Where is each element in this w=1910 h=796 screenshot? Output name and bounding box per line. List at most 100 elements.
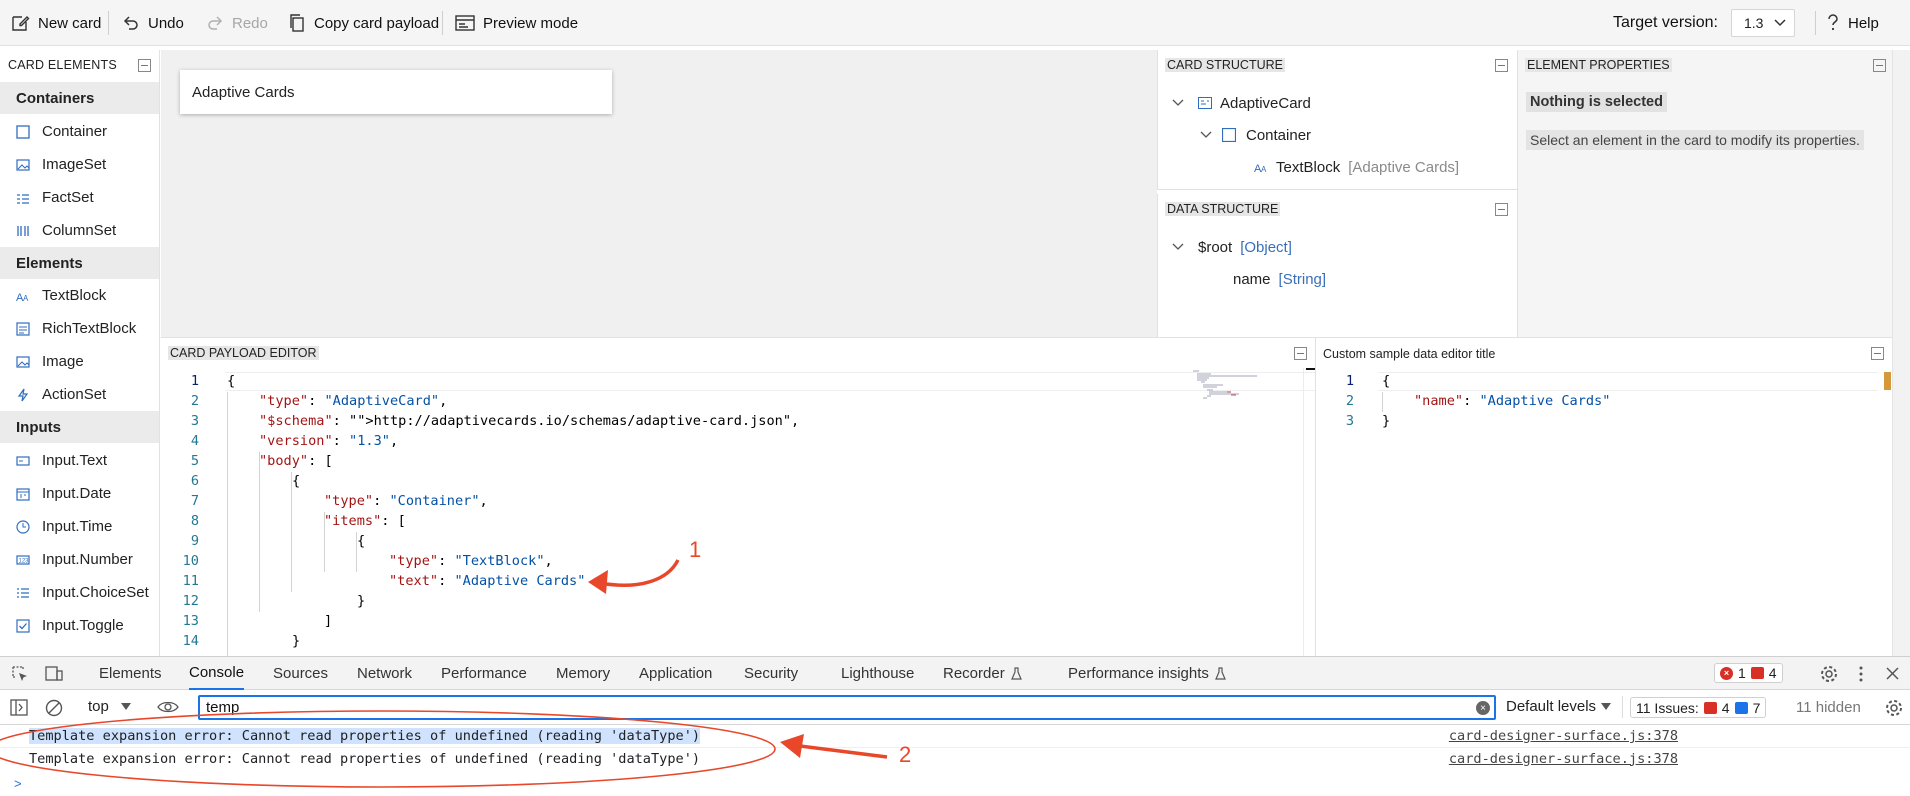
more-options-icon[interactable] xyxy=(1858,665,1864,683)
palette-item-input-date[interactable]: Input.Date xyxy=(0,477,159,510)
palette-item-input-number[interactable]: 123 Input.Number xyxy=(0,543,159,576)
sample-data-editor: Custom sample data editor title 1 2 3 { … xyxy=(1316,337,1892,656)
log-levels-dropdown[interactable]: Default levels xyxy=(1506,698,1612,715)
palette-item-label: TextBlock xyxy=(42,287,107,304)
tab-performance[interactable]: Performance xyxy=(441,657,527,690)
code-line: { xyxy=(227,373,236,389)
tab-network[interactable]: Network xyxy=(357,657,412,690)
collapse-icon[interactable] xyxy=(1495,59,1508,72)
preview-mode-button[interactable]: Preview mode xyxy=(455,0,578,46)
code-line: "items": [ xyxy=(324,513,406,529)
palette-item-input-time[interactable]: Input.Time xyxy=(0,510,159,543)
palette-item-input-text[interactable]: Input.Text xyxy=(0,444,159,477)
palette-item-richtextblock[interactable]: RichTextBlock xyxy=(0,312,159,345)
tab-lighthouse[interactable]: Lighthouse xyxy=(841,657,914,690)
console-message-source-link[interactable]: card-designer-surface.js:378 xyxy=(1449,728,1678,744)
container-icon xyxy=(1222,128,1236,142)
clear-filter-icon[interactable]: × xyxy=(1476,701,1490,715)
textblock-icon: AA xyxy=(16,289,30,303)
card-textblock[interactable]: Adaptive Cards xyxy=(192,84,295,101)
live-expression-eye-icon[interactable] xyxy=(157,700,179,714)
tab-performance-insights[interactable]: Performance insights xyxy=(1068,657,1226,690)
sidebar-toggle-icon[interactable] xyxy=(10,699,28,716)
help-button[interactable]: Help xyxy=(1826,0,1879,46)
console-prompt[interactable]: > xyxy=(14,776,22,791)
tab-sources[interactable]: Sources xyxy=(273,657,328,690)
tree-node-container[interactable]: Container xyxy=(1200,124,1311,146)
tab-console[interactable]: Console xyxy=(189,657,245,690)
tab-security[interactable]: Security xyxy=(744,657,798,690)
palette-item-input-choiceset[interactable]: Input.ChoiceSet xyxy=(0,576,159,609)
flask-icon xyxy=(1010,666,1022,680)
sample-scroll-marker xyxy=(1884,372,1891,390)
chevron-down-icon xyxy=(1172,99,1184,106)
tree-node-textblock[interactable]: AA TextBlock [Adaptive Cards] xyxy=(1254,156,1459,178)
copy-payload-button[interactable]: Copy card payload xyxy=(288,0,439,46)
palette-item-imageset[interactable]: ImageSet xyxy=(0,148,159,181)
palette-item-textblock[interactable]: AA TextBlock xyxy=(0,279,159,312)
chevron-down-icon xyxy=(1172,243,1184,250)
palette-item-actionset[interactable]: ActionSet xyxy=(0,378,159,411)
undo-button[interactable]: Undo xyxy=(122,0,184,46)
collapse-icon[interactable] xyxy=(1294,347,1307,360)
device-toolbar-icon[interactable] xyxy=(44,665,64,683)
scrollbar[interactable] xyxy=(1892,50,1910,656)
indent-guide xyxy=(259,452,260,612)
palette-item-container[interactable]: Container xyxy=(0,115,159,148)
toolbar-divider xyxy=(1815,11,1816,35)
redo-button[interactable]: Redo xyxy=(206,0,268,46)
nothing-selected-heading: Nothing is selected xyxy=(1526,92,1667,112)
adaptivecard-icon xyxy=(1198,97,1212,109)
target-version-label: Target version: xyxy=(1613,14,1718,31)
console-settings-gear-icon[interactable] xyxy=(1884,698,1904,718)
redo-icon xyxy=(208,16,223,30)
palette-item-label: ActionSet xyxy=(42,386,107,403)
tab-application[interactable]: Application xyxy=(639,657,712,690)
preview-mode-label: Preview mode xyxy=(483,14,579,32)
tab-elements[interactable]: Elements xyxy=(99,657,162,690)
collapse-icon[interactable] xyxy=(1873,59,1886,72)
settings-gear-icon[interactable] xyxy=(1819,664,1839,684)
line-number: 9 xyxy=(190,533,199,549)
console-message-source-link[interactable]: card-designer-surface.js:378 xyxy=(1449,751,1678,767)
adaptive-card-preview[interactable]: Adaptive Cards xyxy=(180,70,612,114)
inspect-element-icon[interactable] xyxy=(11,665,29,683)
palette-item-factset[interactable]: FactSet xyxy=(0,181,159,214)
line-number: 2 xyxy=(1345,393,1354,409)
target-version-select[interactable]: 1.3 xyxy=(1731,9,1795,37)
tab-recorder[interactable]: Recorder xyxy=(943,657,1022,690)
close-icon[interactable] xyxy=(1886,667,1899,680)
indent-guide xyxy=(291,472,292,592)
tree-node-adaptivecard[interactable]: AdaptiveCard xyxy=(1172,92,1311,114)
palette-item-image[interactable]: Image xyxy=(0,345,159,378)
new-card-button[interactable]: New card xyxy=(10,0,101,46)
console-filter-input[interactable]: temp × xyxy=(198,695,1496,720)
code-line: "name": "Adaptive Cards" xyxy=(1414,393,1611,409)
collapse-icon[interactable] xyxy=(138,59,151,72)
warning-icon xyxy=(1750,667,1764,679)
console-message[interactable]: Template expansion error: Cannot read pr… xyxy=(0,725,1910,747)
palette-item-input-toggle[interactable]: Input.Toggle xyxy=(0,609,159,642)
issues-counter[interactable]: 11 Issues: 4 7 xyxy=(1630,697,1767,718)
palette-item-label: Input.Toggle xyxy=(42,617,124,634)
data-node-root[interactable]: $root [Object] xyxy=(1172,236,1292,258)
vertical-scrollbar[interactable] xyxy=(1303,368,1315,656)
context-selector[interactable]: top xyxy=(88,698,131,715)
card-structure-title: CARD STRUCTURE xyxy=(1165,58,1285,72)
data-node-name[interactable]: name [String] xyxy=(1233,268,1326,290)
columnset-icon xyxy=(16,224,30,238)
undo-icon xyxy=(123,16,138,30)
error-warning-counter[interactable]: × 1 4 xyxy=(1714,663,1783,683)
data-structure-pane: DATA STRUCTURE $root [Object] name [Stri… xyxy=(1157,194,1517,337)
collapse-icon[interactable] xyxy=(1495,203,1508,216)
collapse-icon[interactable] xyxy=(1871,347,1884,360)
line-number: 1 xyxy=(190,373,199,389)
clear-console-icon[interactable] xyxy=(45,699,63,717)
tab-memory[interactable]: Memory xyxy=(556,657,610,690)
current-line-highlight xyxy=(225,372,1315,391)
palette-item-columnset[interactable]: ColumnSet xyxy=(0,214,159,247)
console-message[interactable]: Template expansion error: Cannot read pr… xyxy=(0,747,1910,769)
help-label: Help xyxy=(1848,14,1879,32)
line-number: 3 xyxy=(1345,413,1354,429)
minimap[interactable] xyxy=(1191,368,1306,418)
